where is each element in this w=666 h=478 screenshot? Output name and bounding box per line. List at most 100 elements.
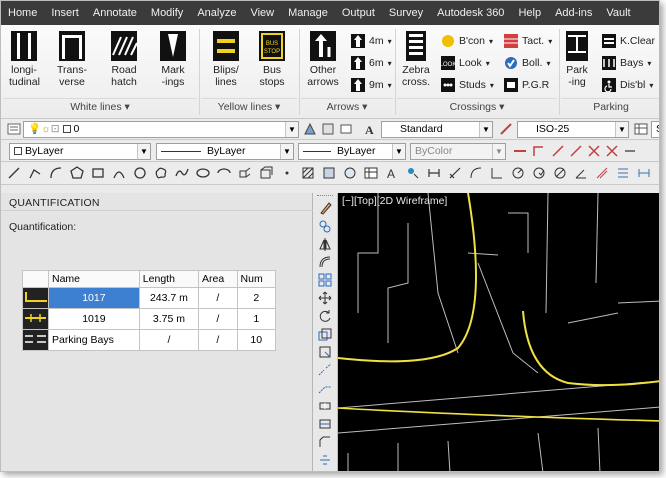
- dimension-linear-icon[interactable]: [427, 166, 441, 180]
- group-white-lines[interactable]: White lines ▾: [3, 98, 197, 116]
- scale-icon[interactable]: [318, 327, 333, 342]
- viewport-label[interactable]: [−][Top][2D Wireframe]: [342, 195, 447, 207]
- toolbar-grip[interactable]: [317, 195, 333, 197]
- stretch-icon[interactable]: [318, 345, 333, 360]
- ellipse-arc-icon[interactable]: [217, 166, 231, 180]
- group-arrows[interactable]: Arrows ▾: [301, 98, 393, 116]
- column-header-name[interactable]: Name: [48, 270, 140, 288]
- dimension-angular-icon[interactable]: [574, 166, 588, 180]
- blips-lines-button[interactable]: Blips/ lines: [207, 31, 245, 88]
- parking-button[interactable]: Park -ing: [563, 31, 591, 88]
- line-icon[interactable]: [551, 144, 565, 158]
- table-style-icon[interactable]: [634, 122, 648, 136]
- make-block-icon[interactable]: [259, 166, 273, 180]
- multiline-text-icon[interactable]: A: [385, 166, 399, 181]
- menu-item-output[interactable]: Output: [335, 1, 382, 25]
- circle-icon[interactable]: [133, 166, 147, 180]
- studs-button[interactable]: Studs ▾: [441, 77, 494, 93]
- text-style-combo[interactable]: Standard ▼: [381, 121, 493, 138]
- menu-item-help[interactable]: Help: [511, 1, 548, 25]
- column-header-num[interactable]: Num: [236, 270, 277, 288]
- look-button[interactable]: LOOK Look▾: [440, 55, 490, 71]
- drawing-viewport[interactable]: [−][Top][2D Wireframe]: [338, 193, 660, 472]
- dimension-arc-icon[interactable]: [469, 166, 483, 180]
- group-yellow-lines[interactable]: Yellow lines ▾: [201, 98, 297, 116]
- point-icon[interactable]: [280, 166, 294, 180]
- group-crossings[interactable]: Crossings ▾: [397, 98, 557, 116]
- markings-button[interactable]: Mark -ings: [156, 31, 190, 88]
- menu-item-survey[interactable]: Survey: [382, 1, 430, 25]
- keep-clear-button[interactable]: K.Clear: [602, 33, 655, 49]
- arrow-6m-button[interactable]: 6m ▾: [351, 55, 392, 71]
- move-icon[interactable]: [318, 291, 333, 306]
- polygon-icon[interactable]: [70, 166, 84, 180]
- spline-icon[interactable]: [175, 166, 189, 180]
- arc-icon[interactable]: [49, 166, 63, 180]
- dimension-ordinate-icon[interactable]: [490, 166, 504, 180]
- column-header-length[interactable]: Length: [138, 270, 200, 288]
- dimension-diameter-icon[interactable]: [553, 166, 567, 180]
- cross-icon[interactable]: [587, 144, 601, 158]
- menu-item-annotate[interactable]: Annotate: [86, 1, 144, 25]
- ellipse-icon[interactable]: [196, 166, 210, 180]
- arc-icon[interactable]: [112, 166, 126, 180]
- menu-item-view[interactable]: View: [243, 1, 281, 25]
- dim-style-combo[interactable]: ISO-25 ▼: [517, 121, 629, 138]
- menu-item-home[interactable]: Home: [1, 1, 44, 25]
- layer-state-icon[interactable]: [339, 122, 353, 136]
- mirror-icon[interactable]: [318, 237, 333, 252]
- linetype-combo[interactable]: ByLayer ▼: [156, 143, 294, 160]
- dimension-aligned-icon[interactable]: [448, 166, 462, 180]
- hatch-icon[interactable]: [301, 166, 315, 180]
- break-icon[interactable]: [318, 399, 333, 414]
- beacon-button[interactable]: B'con ▾: [441, 33, 493, 49]
- disabled-bay-button[interactable]: Dis'bl ▾: [602, 77, 653, 93]
- cross-icon[interactable]: [605, 144, 619, 158]
- trim-icon[interactable]: [318, 363, 333, 378]
- table-icon[interactable]: [364, 166, 378, 180]
- text-style-icon[interactable]: A: [363, 122, 377, 137]
- corner-icon[interactable]: [531, 144, 545, 158]
- menu-item-analyze[interactable]: Analyze: [190, 1, 243, 25]
- rectangle-icon[interactable]: [91, 166, 105, 180]
- erase-icon[interactable]: [318, 201, 333, 216]
- color-combo[interactable]: ByLayer ▼: [9, 143, 151, 160]
- construction-line-icon[interactable]: [569, 144, 583, 158]
- transverse-button[interactable]: Trans- verse: [53, 31, 91, 88]
- continue-icon[interactable]: [637, 166, 651, 180]
- layer-combo[interactable]: 💡☼⊡ 0 ▼: [23, 121, 299, 138]
- arrow-4m-button[interactable]: 4m ▾: [351, 33, 392, 49]
- layer-properties-icon[interactable]: [7, 122, 21, 136]
- dash-icon[interactable]: [623, 144, 637, 158]
- menu-item-add-ins[interactable]: Add-ins: [548, 1, 599, 25]
- lineweight-combo[interactable]: ByLayer ▼: [298, 143, 406, 160]
- menu-item-vault[interactable]: Vault: [599, 1, 637, 25]
- tactile-button[interactable]: Tact. ▾: [504, 33, 552, 49]
- menu-item-manage[interactable]: Manage: [281, 1, 335, 25]
- join-icon[interactable]: [318, 417, 333, 432]
- menu-item-autodesk-360[interactable]: Autodesk 360: [430, 1, 511, 25]
- group-parking[interactable]: Parking: [561, 98, 659, 116]
- baseline-icon[interactable]: [616, 166, 630, 180]
- polyline-icon[interactable]: [513, 144, 527, 158]
- fillet-icon[interactable]: [318, 453, 333, 468]
- column-header-area[interactable]: Area: [198, 270, 238, 288]
- drawing-canvas[interactable]: [338, 193, 660, 472]
- make-current-icon[interactable]: [303, 122, 317, 136]
- dimension-radius-icon[interactable]: [511, 166, 525, 180]
- bollard-button[interactable]: Boll. ▾: [504, 55, 550, 71]
- rotate-icon[interactable]: [318, 309, 333, 324]
- region-icon[interactable]: [343, 166, 357, 180]
- menu-item-modify[interactable]: Modify: [144, 1, 190, 25]
- table-style-combo[interactable]: Sta: [651, 121, 659, 138]
- revision-cloud-icon[interactable]: [154, 166, 168, 180]
- array-icon[interactable]: [318, 273, 333, 288]
- add-selected-icon[interactable]: [406, 166, 420, 180]
- pgr-button[interactable]: P.G.R: [504, 77, 549, 93]
- bays-button[interactable]: Bays ▾: [602, 55, 651, 71]
- chamfer-icon[interactable]: [318, 435, 333, 450]
- road-hatch-button[interactable]: Road hatch: [104, 31, 144, 88]
- table-row[interactable]: Parking Bays / / 10: [22, 329, 277, 351]
- insert-block-icon[interactable]: [238, 166, 252, 180]
- copy-icon[interactable]: [318, 219, 333, 234]
